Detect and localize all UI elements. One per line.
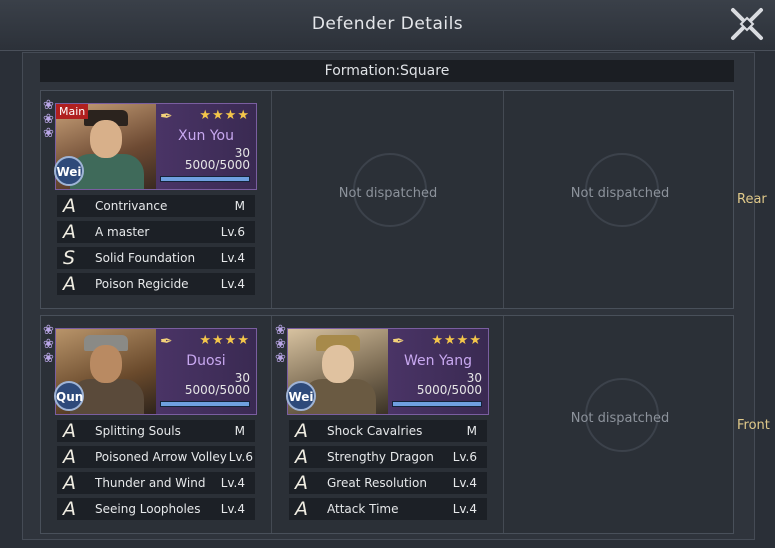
- skill-name: Splitting Souls: [95, 424, 181, 438]
- skill-grade: A: [295, 446, 308, 468]
- rear-row: ❀ ❀ ❀ Main Wei ✒ ★★★★ Xun You 30 5000/5000…: [40, 90, 734, 309]
- front-row: ❀ ❀ ❀ Qun ✒ ★★★★ Duosi 30 5000/5000 A Spli…: [40, 315, 734, 534]
- star-rating: ★★★★: [199, 333, 250, 348]
- skill-row[interactable]: S Solid Foundation Lv.4: [57, 247, 255, 269]
- skill-grade: A: [63, 195, 76, 217]
- skill-name: A master: [95, 225, 150, 239]
- skill-grade: A: [63, 420, 76, 442]
- skill-name: Shock Cavalries: [327, 424, 423, 438]
- empty-slot[interactable]: Not dispatched: [273, 91, 503, 308]
- skill-level: Lv.6: [220, 225, 245, 239]
- slot-divider: [271, 91, 272, 308]
- feather-icon: ✒: [392, 332, 405, 350]
- skill-name: Contrivance: [95, 199, 168, 213]
- skill-name: Great Resolution: [327, 476, 427, 490]
- skill-level: Lv.6: [228, 450, 253, 464]
- general-name: Xun You: [178, 128, 234, 144]
- skill-row[interactable]: A Contrivance M: [57, 195, 255, 217]
- row-label-front: Front: [737, 418, 770, 433]
- skill-level: Lv.6: [452, 450, 477, 464]
- skill-grade: A: [295, 472, 308, 494]
- skill-grade: A: [295, 498, 308, 520]
- close-x-icon[interactable]: [727, 4, 767, 44]
- skill-row[interactable]: A Strengthy Dragon Lv.6: [289, 446, 487, 468]
- skill-grade: A: [295, 420, 308, 442]
- empty-slot-text: Not dispatched: [338, 186, 438, 201]
- troop-bar: [160, 401, 250, 407]
- empty-slot[interactable]: Not dispatched: [505, 91, 735, 308]
- troop-count: 5000/5000: [184, 383, 250, 397]
- skill-level: Lv.4: [220, 502, 245, 516]
- skill-level: M: [234, 199, 245, 213]
- skill-list: A Shock Cavalries M A Strengthy Dragon L…: [289, 420, 487, 524]
- skill-level: Lv.4: [452, 502, 477, 516]
- skill-level: Lv.4: [452, 476, 477, 490]
- troop-bar: [160, 176, 250, 182]
- star-rating: ★★★★: [199, 108, 250, 123]
- skill-level: Lv.4: [220, 277, 245, 291]
- skill-name: Solid Foundation: [95, 251, 196, 265]
- skill-list: A Contrivance M A A master Lv.6 S Solid …: [57, 195, 255, 299]
- slot-divider: [503, 316, 504, 533]
- skill-name: Seeing Loopholes: [95, 502, 201, 516]
- skill-row[interactable]: A Thunder and Wind Lv.4: [57, 472, 255, 494]
- row-label-rear: Rear: [737, 192, 767, 207]
- troop-count: 5000/5000: [416, 383, 482, 397]
- formation-label: Formation:Square: [40, 60, 734, 82]
- skill-level: Lv.4: [220, 251, 245, 265]
- main-tag: Main: [56, 104, 89, 119]
- troop-count: 5000/5000: [184, 158, 250, 172]
- skill-level: M: [234, 424, 245, 438]
- feather-icon: ✒: [160, 332, 173, 350]
- skill-row[interactable]: A Splitting Souls M: [57, 420, 255, 442]
- general-card[interactable]: Qun ✒ ★★★★ Duosi 30 5000/5000: [54, 328, 257, 415]
- title-bar: Defender Details: [0, 0, 775, 51]
- faction-badge: Qun: [54, 381, 84, 411]
- skill-name: Poison Regicide: [95, 277, 189, 291]
- skill-name: Attack Time: [327, 502, 399, 516]
- general-name: Wen Yang: [404, 353, 472, 369]
- skill-grade: A: [63, 498, 76, 520]
- skill-grade: A: [63, 472, 76, 494]
- skill-name: Strengthy Dragon: [327, 450, 434, 464]
- faction-badge: Wei: [54, 156, 84, 186]
- empty-slot-text: Not dispatched: [570, 411, 670, 426]
- page-title: Defender Details: [311, 14, 464, 34]
- skill-row[interactable]: A Shock Cavalries M: [289, 420, 487, 442]
- skill-row[interactable]: A Attack Time Lv.4: [289, 498, 487, 520]
- skill-grade: A: [63, 221, 76, 243]
- troop-bar: [392, 401, 482, 407]
- skill-level: Lv.4: [220, 476, 245, 490]
- skill-grade: A: [63, 273, 76, 295]
- skill-row[interactable]: A Seeing Loopholes Lv.4: [57, 498, 255, 520]
- skill-row[interactable]: A Poison Regicide Lv.4: [57, 273, 255, 295]
- slot-divider: [271, 316, 272, 533]
- general-card[interactable]: Main Wei ✒ ★★★★ Xun You 30 5000/5000: [54, 103, 257, 190]
- general-name: Duosi: [186, 353, 226, 369]
- skill-row[interactable]: A Poisoned Arrow Volley Lv.6: [57, 446, 255, 468]
- skill-grade: S: [63, 247, 76, 269]
- slot-divider: [503, 91, 504, 308]
- skill-row[interactable]: A A master Lv.6: [57, 221, 255, 243]
- faction-badge: Wei: [286, 381, 316, 411]
- skill-grade: A: [63, 446, 76, 468]
- feather-icon: ✒: [160, 107, 173, 125]
- skill-name: Thunder and Wind: [95, 476, 206, 490]
- skill-level: M: [466, 424, 477, 438]
- empty-slot[interactable]: Not dispatched: [505, 316, 735, 533]
- empty-slot-text: Not dispatched: [570, 186, 670, 201]
- skill-name: Poisoned Arrow Volley: [95, 450, 227, 464]
- general-card[interactable]: Wei ✒ ★★★★ Wen Yang 30 5000/5000: [286, 328, 489, 415]
- star-rating: ★★★★: [431, 333, 482, 348]
- skill-row[interactable]: A Great Resolution Lv.4: [289, 472, 487, 494]
- skill-list: A Splitting Souls M A Poisoned Arrow Vol…: [57, 420, 255, 524]
